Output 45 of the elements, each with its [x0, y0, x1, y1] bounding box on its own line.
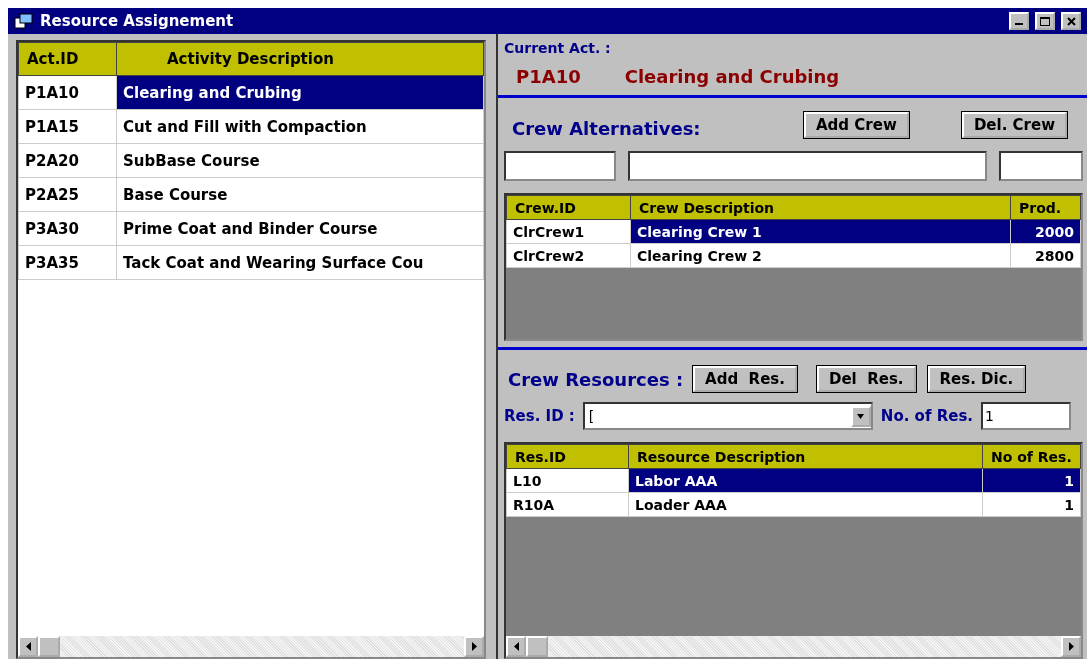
description-cell[interactable]: Cut and Fill with Compaction [116, 109, 484, 144]
description-cell[interactable]: Clearing and Crubing [116, 75, 484, 110]
activity-description-text: Clearing and Crubing [624, 66, 840, 87]
description-cell[interactable]: Clearing Crew 2 [630, 243, 1011, 268]
column-header[interactable]: Prod. [1010, 195, 1081, 220]
column-header[interactable]: Activity Description [116, 42, 484, 76]
delete-crew-button[interactable]: Del. Crew [961, 111, 1067, 138]
resource-id-label: Res. ID : [504, 407, 575, 425]
id-cell[interactable]: R10A [506, 492, 629, 517]
section-label: Crew Alternatives: [511, 117, 702, 139]
id-cell[interactable]: ClrCrew2 [506, 243, 631, 268]
id-cell[interactable]: P2A25 [18, 177, 117, 212]
id-cell[interactable]: P1A10 [18, 75, 117, 110]
column-header[interactable]: Act.ID [18, 42, 117, 76]
description-cell[interactable]: Loader AAA [628, 492, 983, 517]
value-cell[interactable]: 1 [982, 492, 1081, 517]
add-crew-button[interactable]: Add Crew [804, 111, 909, 138]
column-header[interactable]: Crew.ID [506, 195, 631, 220]
column-header[interactable]: Res.ID [506, 444, 629, 469]
count-label: No. of Res. [880, 407, 973, 425]
id-cell[interactable]: P3A30 [18, 211, 117, 246]
id-cell[interactable]: P2A20 [18, 143, 117, 178]
delete-resource-button[interactable]: Del Res. [817, 366, 916, 392]
id-cell[interactable]: L10 [506, 468, 629, 493]
section-label: Crew Resources : [507, 368, 684, 390]
column-header[interactable]: No of Res. [982, 444, 1081, 469]
column-header[interactable]: Crew Description [630, 195, 1011, 220]
resource-id-dropdown[interactable]: [ [582, 402, 873, 430]
description-cell[interactable]: Clearing Crew 1 [630, 219, 1011, 244]
column-header[interactable]: Resource Description [628, 444, 983, 469]
id-cell[interactable]: P1A15 [18, 109, 117, 144]
value-cell[interactable]: 1 [982, 468, 1081, 493]
id-cell[interactable]: P3A35 [18, 245, 117, 280]
description-cell[interactable]: SubBase Course [116, 143, 484, 178]
count-field[interactable]: 1 [981, 402, 1071, 430]
description-cell[interactable]: Tack Coat and Wearing Surface Cou [116, 245, 484, 280]
resource-dictionary-button[interactable]: Res. Dic. [927, 366, 1026, 392]
window-title: Resource Assignement [40, 12, 235, 30]
description-cell[interactable]: Labor AAA [628, 468, 983, 493]
description-cell[interactable]: Base Course [116, 177, 484, 212]
add-resource-button[interactable]: Add Res. [693, 366, 797, 392]
id-cell[interactable]: ClrCrew1 [506, 219, 631, 244]
description-cell[interactable]: Prime Coat and Binder Course [116, 211, 484, 246]
activity-id-text: P1A10 [516, 66, 581, 87]
current-activity-label: Current Act. : [504, 40, 612, 56]
